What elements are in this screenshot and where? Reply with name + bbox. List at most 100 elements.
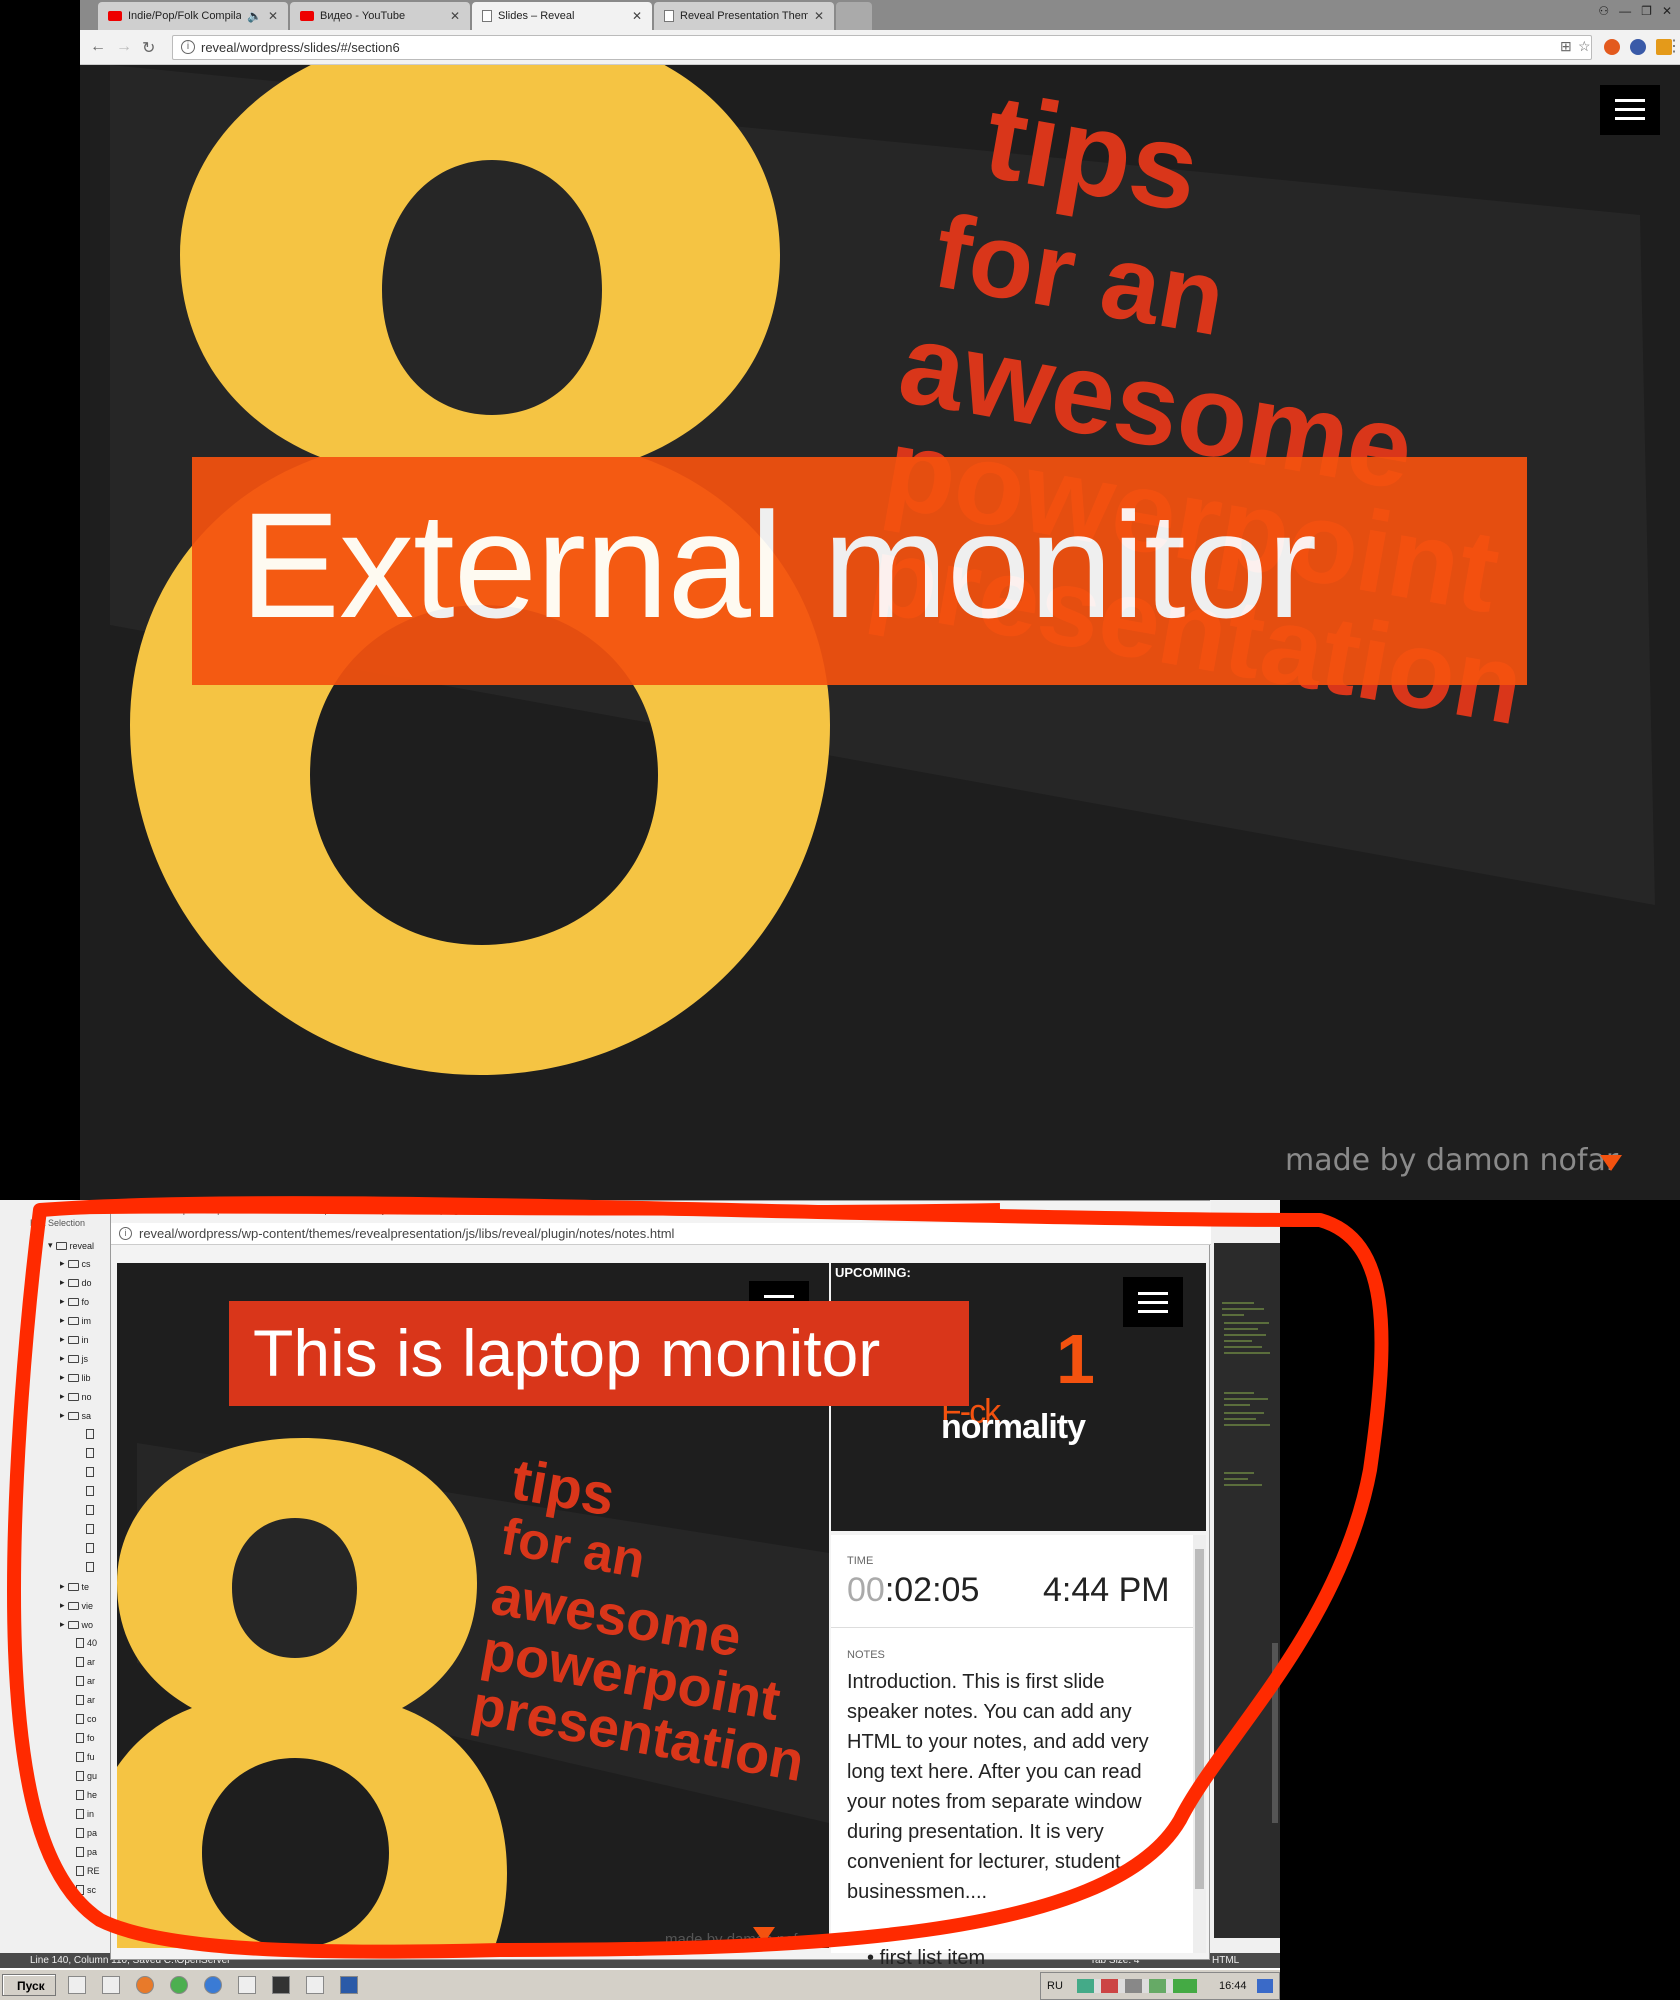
chrome-icon[interactable] (170, 1976, 188, 1994)
tree-folder[interactable]: ▸ wo (60, 1619, 93, 1630)
tab-slides-reveal[interactable]: Slides – Reveal ✕ (472, 2, 652, 30)
scrollbar-thumb[interactable] (1195, 1549, 1204, 1889)
tree-file[interactable] (86, 1429, 94, 1439)
tree-folder[interactable]: ▸ in (60, 1334, 89, 1345)
tree-label: RE (87, 1866, 100, 1876)
tree-label: gu (87, 1771, 98, 1781)
translate-icon[interactable]: ⊞ (1560, 38, 1572, 55)
tree-file[interactable]: sc (76, 1885, 96, 1895)
close-icon[interactable]: ✕ (814, 9, 824, 23)
tree-file[interactable] (86, 1486, 94, 1496)
tree-file[interactable]: he (76, 1790, 97, 1800)
tree-file[interactable]: RE (76, 1866, 100, 1876)
extension-icon[interactable] (1630, 39, 1646, 55)
tree-file[interactable]: fu (76, 1752, 95, 1762)
file-icon (86, 1562, 94, 1572)
ie-icon[interactable] (204, 1976, 222, 1994)
photoshop-icon[interactable] (340, 1976, 358, 1994)
hamburger-bar (1138, 1301, 1168, 1304)
page-icon (664, 10, 674, 22)
tree-file[interactable] (86, 1562, 94, 1572)
more-menu-icon[interactable]: ⋮ (1666, 36, 1680, 56)
tree-folder[interactable]: ▸ fo (60, 1296, 89, 1307)
upcoming-label: UPCOMING: (835, 1265, 911, 1280)
minimize-icon[interactable]: — (1619, 4, 1631, 18)
tree-file[interactable]: ar (76, 1657, 95, 1667)
tree-file[interactable]: in (76, 1809, 94, 1819)
address-bar[interactable]: i reveal/wordpress/slides/#/section6 (172, 35, 1592, 60)
tree-folder[interactable]: ▸ do (60, 1277, 92, 1288)
next-slide-arrow[interactable] (753, 1927, 775, 1943)
status-language[interactable]: HTML (1212, 1953, 1239, 1968)
close-icon[interactable]: ✕ (632, 9, 642, 23)
tree-folder[interactable]: ▸ no (60, 1391, 92, 1402)
close-icon[interactable]: ✕ (450, 9, 460, 23)
notes-scrollbar[interactable] (1193, 1535, 1206, 1953)
tree-folder[interactable]: ▸ im (60, 1315, 91, 1326)
editor-menu[interactable]: Edit Selection (0, 1218, 115, 1234)
tree-file[interactable]: ar (76, 1676, 95, 1686)
new-tab-button[interactable] (836, 2, 872, 30)
show-desktop-icon[interactable] (1257, 1979, 1273, 1993)
close-icon[interactable]: ✕ (268, 9, 278, 23)
tree-label: te (81, 1581, 90, 1592)
tree-file[interactable] (86, 1467, 94, 1477)
reload-icon[interactable]: ↻ (142, 38, 155, 58)
elapsed-timer[interactable]: 00:02:05 (847, 1571, 979, 1610)
info-icon[interactable]: i (181, 40, 195, 54)
close-window-icon[interactable]: ✕ (1662, 4, 1672, 18)
tree-file[interactable]: fo (76, 1733, 95, 1743)
tree-label: fu (87, 1752, 95, 1762)
tree-file[interactable]: gu (76, 1771, 97, 1781)
divider (831, 1627, 1193, 1628)
file-icon (86, 1524, 94, 1534)
tree-label: in (81, 1334, 89, 1345)
forward-icon[interactable]: → (116, 38, 132, 56)
firefox-icon[interactable] (136, 1976, 154, 1994)
tab-reveal-theme[interactable]: Reveal Presentation Theme ✕ (654, 2, 834, 30)
tree-file[interactable] (86, 1505, 94, 1515)
start-button[interactable]: Пуск (2, 1974, 56, 1996)
tree-folder[interactable]: ▸ cs (60, 1258, 91, 1269)
app-icon[interactable] (238, 1976, 256, 1994)
tab-youtube-video[interactable]: Видео - YouTube ✕ (290, 2, 470, 30)
tree-file[interactable] (86, 1448, 94, 1458)
notes-address-bar[interactable]: i reveal/wordpress/wp-content/themes/rev… (111, 1223, 1211, 1245)
tree-file[interactable] (86, 1524, 94, 1534)
tree-folder[interactable]: ▸ te (60, 1581, 89, 1592)
tree-label: lib (81, 1372, 91, 1383)
window-controls: ⚇ — ❐ ✕ (1598, 4, 1672, 18)
tree-folder[interactable]: ▸ js (60, 1353, 88, 1364)
bookmark-star-icon[interactable]: ☆ (1578, 38, 1591, 55)
app-icon[interactable] (306, 1976, 324, 1994)
extension-icon[interactable] (1604, 39, 1620, 55)
slide-menu-button[interactable] (1600, 85, 1660, 135)
tree-file[interactable]: pa (76, 1847, 97, 1857)
tree-file[interactable] (86, 1543, 94, 1553)
notes-url: reveal/wordpress/wp-content/themes/revea… (139, 1226, 675, 1241)
speaker-icon[interactable]: 🔈 (247, 9, 262, 23)
restore-icon[interactable]: ❐ (1641, 4, 1652, 18)
tree-folder[interactable]: ▸ lib (60, 1372, 91, 1383)
language-indicator[interactable]: RU (1047, 1980, 1063, 1992)
user-icon[interactable]: ⚇ (1598, 4, 1609, 18)
save-icon[interactable] (102, 1976, 120, 1994)
tab-youtube-compilation[interactable]: Indie/Pop/Folk Compilat 🔈 ✕ (98, 2, 288, 30)
info-icon[interactable]: i (119, 1227, 132, 1240)
next-slide-arrow[interactable] (1600, 1155, 1622, 1171)
file-icon (76, 1790, 84, 1800)
back-icon[interactable]: ← (90, 38, 106, 56)
folder-icon (67, 1354, 79, 1363)
tray-icons[interactable] (1077, 1979, 1197, 1993)
tree-file[interactable]: ar (76, 1695, 95, 1705)
tree-file[interactable]: co (76, 1714, 97, 1724)
terminal-icon[interactable] (272, 1976, 290, 1994)
tree-file[interactable]: pa (76, 1828, 97, 1838)
tree-root[interactable]: ▾ reveal (48, 1240, 94, 1251)
file-icon (76, 1657, 84, 1667)
explorer-icon[interactable] (68, 1976, 86, 1994)
tree-file[interactable]: 40 (76, 1638, 97, 1648)
tree-folder[interactable]: ▸ vie (60, 1600, 93, 1611)
slide-menu-button[interactable] (1123, 1277, 1183, 1327)
tree-folder[interactable]: ▸ sa (60, 1410, 91, 1421)
